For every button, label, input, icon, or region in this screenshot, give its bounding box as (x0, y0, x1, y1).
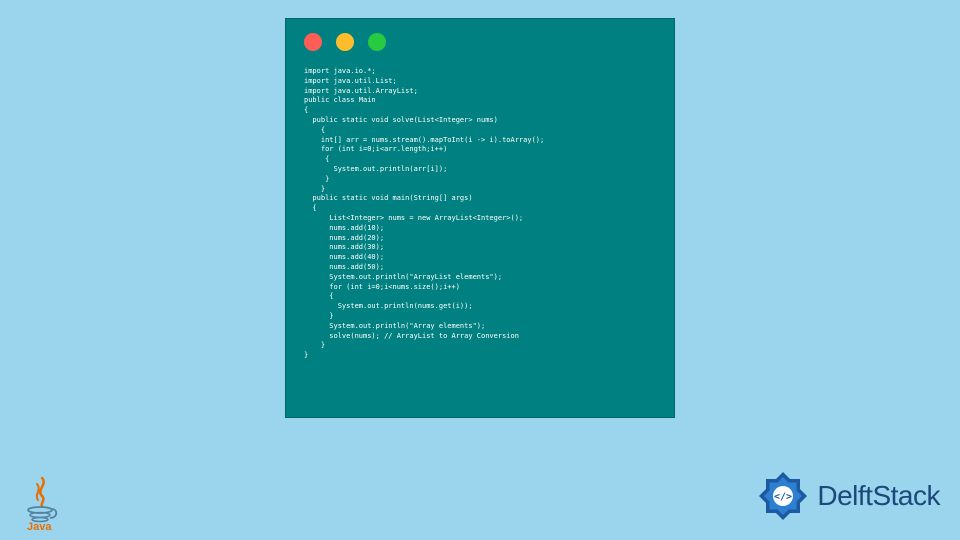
delftstack-badge-icon: </> (755, 468, 811, 524)
delftstack-text: DelftStack (817, 480, 940, 512)
code-block: import java.io.*; import java.util.List;… (286, 59, 674, 375)
minimize-icon (336, 33, 354, 51)
window-traffic-lights (286, 19, 674, 59)
close-icon (304, 33, 322, 51)
svg-text:</>: </> (774, 492, 792, 503)
code-window: import java.io.*; import java.util.List;… (285, 18, 675, 418)
java-logo: Java (20, 476, 64, 532)
java-logo-text: Java (27, 521, 52, 532)
delftstack-logo: </> DelftStack (755, 468, 940, 524)
maximize-icon (368, 33, 386, 51)
java-cup-icon: Java (20, 476, 64, 532)
